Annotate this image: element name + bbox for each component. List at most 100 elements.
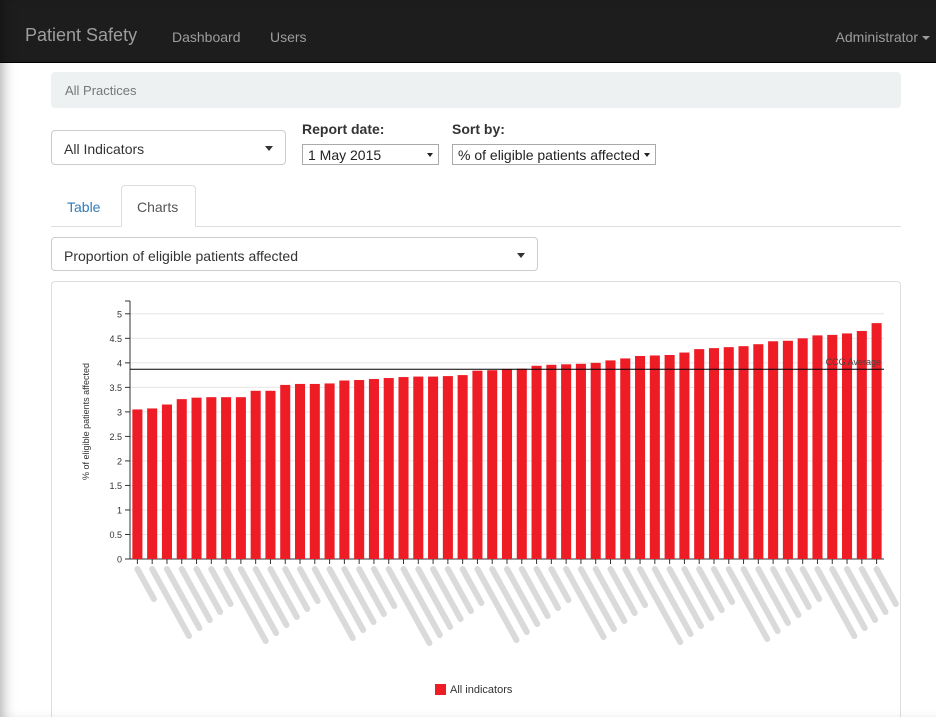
bar bbox=[176, 399, 187, 559]
bar bbox=[516, 368, 527, 559]
user-menu[interactable]: Administrator bbox=[836, 29, 930, 45]
x-tick-label-blurred bbox=[844, 566, 879, 623]
bar bbox=[842, 333, 853, 559]
y-tick-label: 2.5 bbox=[109, 432, 122, 442]
bar bbox=[501, 369, 513, 559]
x-tick-label-blurred bbox=[681, 566, 715, 621]
chevron-down-icon bbox=[517, 253, 525, 258]
bar bbox=[694, 349, 705, 559]
x-tick-label-blurred bbox=[178, 566, 213, 623]
x-tick-label-blurred bbox=[267, 566, 300, 620]
bar bbox=[309, 383, 320, 559]
sort-by-value: % of eligible patients affected bbox=[458, 147, 640, 163]
breadcrumb: All Practices bbox=[51, 72, 901, 108]
bar bbox=[413, 376, 424, 559]
chevron-down-icon bbox=[265, 146, 273, 151]
x-tick-label-blurred bbox=[504, 566, 541, 627]
y-tick-label: 3 bbox=[117, 407, 122, 417]
bar bbox=[561, 364, 572, 559]
bar bbox=[383, 378, 394, 559]
bar bbox=[782, 340, 793, 559]
chart-metric-dropdown[interactable]: Proportion of eligible patients affected bbox=[51, 237, 538, 271]
x-tick-label-blurred bbox=[755, 566, 792, 626]
bar bbox=[161, 404, 172, 559]
y-tick-label: 5 bbox=[117, 309, 122, 319]
report-date-select[interactable]: 1 May 2015 bbox=[302, 144, 439, 165]
x-tick-label-blurred bbox=[341, 566, 377, 625]
bar bbox=[723, 347, 734, 559]
y-tick-label: 3.5 bbox=[109, 383, 122, 393]
chart-metric-value: Proportion of eligible patients affected bbox=[64, 248, 299, 264]
bar bbox=[827, 334, 838, 559]
bar bbox=[768, 341, 779, 559]
bar bbox=[221, 397, 232, 559]
brand-title[interactable]: Patient Safety bbox=[25, 25, 137, 46]
legend-swatch bbox=[435, 684, 446, 695]
report-date-value: 1 May 2015 bbox=[308, 147, 382, 163]
chevron-down-icon bbox=[644, 153, 650, 157]
bar bbox=[531, 365, 542, 559]
bar bbox=[428, 376, 439, 559]
sort-by-select[interactable]: % of eligible patients affected bbox=[452, 144, 656, 165]
bar bbox=[206, 397, 217, 559]
chevron-down-icon bbox=[427, 153, 433, 157]
chevron-down-icon bbox=[922, 36, 930, 41]
ccg-average-label: CCG Average bbox=[826, 357, 881, 367]
bar bbox=[265, 390, 276, 559]
bar bbox=[250, 390, 261, 559]
y-tick-label: 4 bbox=[117, 358, 122, 368]
y-tick-label: 1 bbox=[117, 505, 122, 515]
bar bbox=[457, 375, 468, 559]
bar bbox=[235, 397, 246, 559]
bar-chart: 0 0.5 1 1.5 2 2.5 3 3.5 4 4.5 5 % of eligible patie… bbox=[81, 300, 899, 696]
x-tick-label-blurred bbox=[430, 566, 464, 622]
bar bbox=[620, 358, 631, 559]
tab-charts[interactable]: Charts bbox=[137, 199, 178, 215]
bar bbox=[753, 344, 764, 559]
bar bbox=[546, 364, 557, 559]
tab-table[interactable]: Table bbox=[67, 199, 100, 215]
bar bbox=[442, 376, 453, 559]
sort-by-label: Sort by: bbox=[452, 121, 505, 137]
bar bbox=[294, 383, 306, 559]
x-tick-label-blurred bbox=[666, 566, 704, 629]
bar bbox=[797, 338, 808, 559]
user-menu-label: Administrator bbox=[835, 29, 918, 45]
nav-users-link[interactable]: Users bbox=[270, 29, 307, 45]
bar bbox=[635, 355, 646, 559]
bar bbox=[280, 384, 291, 559]
y-tick-label: 0.5 bbox=[109, 530, 122, 540]
x-tick-label-blurred bbox=[592, 566, 628, 624]
x-tick-label-blurred bbox=[252, 566, 290, 628]
y-tick-label: 2 bbox=[117, 456, 122, 466]
bar bbox=[575, 363, 586, 559]
top-navbar: Patient Safety Dashboard Users Administr… bbox=[0, 0, 936, 63]
bar bbox=[487, 370, 498, 559]
bar bbox=[132, 409, 143, 559]
bar bbox=[664, 355, 675, 559]
indicator-dropdown-value: All Indicators bbox=[64, 141, 145, 157]
nav-dashboard-link[interactable]: Dashboard bbox=[172, 29, 241, 45]
bar bbox=[354, 380, 365, 559]
bar bbox=[708, 348, 720, 559]
chart-panel: 0 0.5 1 1.5 2 2.5 3 3.5 4 4.5 5 % of eligible patie… bbox=[51, 281, 901, 717]
y-tick-label: 4.5 bbox=[109, 334, 122, 344]
bar bbox=[738, 346, 749, 559]
y-axis-label: % of eligible patients affected bbox=[81, 363, 91, 480]
report-date-label: Report date: bbox=[302, 121, 385, 137]
x-tick-label-blurred bbox=[415, 566, 454, 630]
bar bbox=[679, 352, 690, 559]
bar bbox=[339, 380, 350, 559]
bar bbox=[649, 355, 660, 559]
y-tick-label: 0 bbox=[117, 555, 122, 565]
bar bbox=[368, 379, 379, 559]
x-tick-label-blurred bbox=[163, 566, 203, 631]
bar bbox=[398, 377, 409, 559]
bar bbox=[472, 370, 483, 559]
bar bbox=[191, 397, 202, 559]
bar bbox=[605, 360, 616, 559]
bar bbox=[590, 362, 601, 559]
indicator-dropdown[interactable]: All Indicators bbox=[51, 130, 286, 165]
breadcrumb-item[interactable]: All Practices bbox=[65, 83, 137, 98]
y-tick-label: 1.5 bbox=[109, 481, 122, 491]
